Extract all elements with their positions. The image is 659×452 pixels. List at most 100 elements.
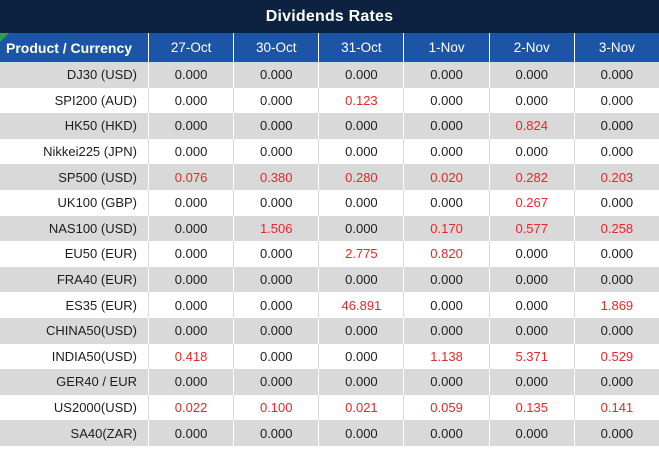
value-cell: 0.170 (403, 215, 488, 242)
value-cell: 0.000 (403, 317, 488, 344)
page-title: Dividends Rates (265, 7, 394, 25)
value-cell: 0.577 (488, 215, 574, 242)
value-cell: 46.891 (318, 292, 403, 318)
value-cell: 0.000 (233, 138, 318, 165)
product-cell: SPI200 (AUD) (54, 92, 137, 108)
value-cell: 0.000 (233, 420, 318, 446)
value-cell: 0.418 (148, 343, 233, 370)
product-cell: UK100 (GBP) (57, 195, 137, 211)
value-cell: 0.022 (148, 394, 233, 421)
bottom-strip (0, 446, 659, 452)
value-cell: 0.000 (318, 343, 403, 370)
table-row: DJ30 (USD) 0.000 0.000 0.000 0.000 0.000 0.000 (0, 62, 659, 88)
value-cell: 0.000 (573, 189, 659, 216)
value-cell: 0.020 (403, 164, 488, 190)
product-cell: EU50 (EUR) (64, 246, 137, 262)
value-cell: 0.000 (573, 241, 659, 267)
value-cell: 0.076 (148, 164, 233, 190)
table-body: DJ30 (USD) 0.000 0.000 0.000 0.000 0.000 0.000… (0, 62, 659, 446)
product-cell: HK50 (HKD) (64, 118, 137, 134)
column-header-label: 30-Oct (255, 40, 297, 55)
column-header-date: 2-Nov (488, 33, 574, 62)
value-cell: 0.000 (488, 138, 574, 165)
value-cell: 0.000 (233, 189, 318, 216)
table-row: FRA40 (EUR) 0.000 0.000 0.000 0.000 0.000 0.00… (0, 266, 659, 293)
value-cell: 0.000 (233, 87, 318, 114)
value-cell: 0.000 (488, 292, 574, 318)
value-cell: 5.371 (488, 343, 574, 370)
value-cell: 0.000 (148, 189, 233, 216)
value-cell: 0.000 (488, 241, 574, 267)
table-row: ES35 (EUR) 0.000 0.000 46.891 0.000 0.000 1.86… (0, 292, 659, 318)
column-header-label: 1-Nov (428, 40, 465, 55)
column-header-date: 27-Oct (148, 33, 233, 62)
table-row: CHINA50(USD) 0.000 0.000 0.000 0.000 0.000 0.0… (0, 317, 659, 344)
value-cell: 0.000 (318, 215, 403, 242)
value-cell: 0.000 (318, 420, 403, 446)
value-cell: 0.000 (148, 317, 233, 344)
value-cell: 0.059 (403, 394, 488, 421)
value-cell: 0.000 (318, 62, 403, 88)
value-cell: 0.000 (318, 317, 403, 344)
value-cell: 0.267 (488, 189, 574, 216)
dividends-rates-panel: Dividends Rates Product / Currency 27-Oc… (0, 0, 659, 452)
value-cell: 2.775 (318, 241, 403, 267)
table-row: SPI200 (AUD) 0.000 0.000 0.123 0.000 0.000 0.0… (0, 87, 659, 114)
value-cell: 0.000 (233, 317, 318, 344)
value-cell: 0.000 (148, 266, 233, 293)
value-cell: 0.000 (148, 62, 233, 88)
table-row: SP500 (USD) 0.076 0.380 0.280 0.020 0.282 0.20… (0, 164, 659, 190)
table-header-row: Product / Currency 27-Oct 30-Oct 31-Oct … (0, 33, 659, 62)
value-cell: 0.000 (233, 241, 318, 267)
product-cell: CHINA50(USD) (45, 323, 137, 339)
product-cell: FRA40 (EUR) (56, 272, 137, 288)
column-header-label: 2-Nov (513, 40, 550, 55)
value-cell: 0.000 (488, 420, 574, 446)
value-cell: 0.123 (318, 87, 403, 114)
value-cell: 0.000 (148, 113, 233, 139)
value-cell: 0.000 (488, 317, 574, 344)
table-row: HK50 (HKD) 0.000 0.000 0.000 0.000 0.824 0.000 (0, 113, 659, 139)
value-cell: 0.000 (403, 62, 488, 88)
table-row: GER40 / EUR 0.000 0.000 0.000 0.000 0.000 0.00… (0, 369, 659, 395)
value-cell: 0.000 (488, 266, 574, 293)
value-cell: 0.000 (233, 266, 318, 293)
value-cell: 0.000 (403, 369, 488, 395)
value-cell: 0.820 (403, 241, 488, 267)
value-cell: 0.000 (318, 266, 403, 293)
table-row: NAS100 (USD) 0.000 1.506 0.000 0.170 0.577 0.2… (0, 215, 659, 242)
table-row: US2000(USD) 0.022 0.100 0.021 0.059 0.135 0.14… (0, 394, 659, 421)
value-cell: 0.000 (148, 138, 233, 165)
value-cell: 0.000 (488, 62, 574, 88)
value-cell: 0.000 (573, 369, 659, 395)
table-row: Nikkei225 (JPN) 0.000 0.000 0.000 0.000 0.000… (0, 138, 659, 165)
value-cell: 0.380 (233, 164, 318, 190)
value-cell: 0.203 (573, 164, 659, 190)
value-cell: 0.021 (318, 394, 403, 421)
column-header-product-currency: Product / Currency (0, 33, 148, 62)
column-header-date: 1-Nov (403, 33, 488, 62)
value-cell: 0.000 (403, 292, 488, 318)
value-cell: 0.000 (403, 189, 488, 216)
value-cell: 0.824 (488, 113, 574, 139)
value-cell: 0.280 (318, 164, 403, 190)
value-cell: 0.000 (488, 87, 574, 114)
product-cell: Nikkei225 (JPN) (43, 144, 137, 160)
value-cell: 0.100 (233, 394, 318, 421)
value-cell: 0.000 (403, 420, 488, 446)
value-cell: 0.000 (148, 369, 233, 395)
value-cell: 0.000 (573, 87, 659, 114)
table-row: EU50 (EUR) 0.000 0.000 2.775 0.820 0.000 0.000 (0, 241, 659, 267)
value-cell: 0.000 (403, 266, 488, 293)
value-cell: 0.000 (233, 62, 318, 88)
value-cell: 0.000 (573, 138, 659, 165)
column-header-label: 27-Oct (170, 40, 212, 55)
value-cell: 0.141 (573, 394, 659, 421)
table-row: SA40(ZAR) 0.000 0.000 0.000 0.000 0.000 0.000 (0, 420, 659, 446)
product-cell: DJ30 (USD) (66, 67, 137, 83)
value-cell: 0.000 (148, 420, 233, 446)
product-cell: INDIA50(USD) (51, 348, 137, 364)
value-cell: 1.506 (233, 215, 318, 242)
value-cell: 0.000 (148, 241, 233, 267)
corner-flag-icon (0, 33, 9, 42)
